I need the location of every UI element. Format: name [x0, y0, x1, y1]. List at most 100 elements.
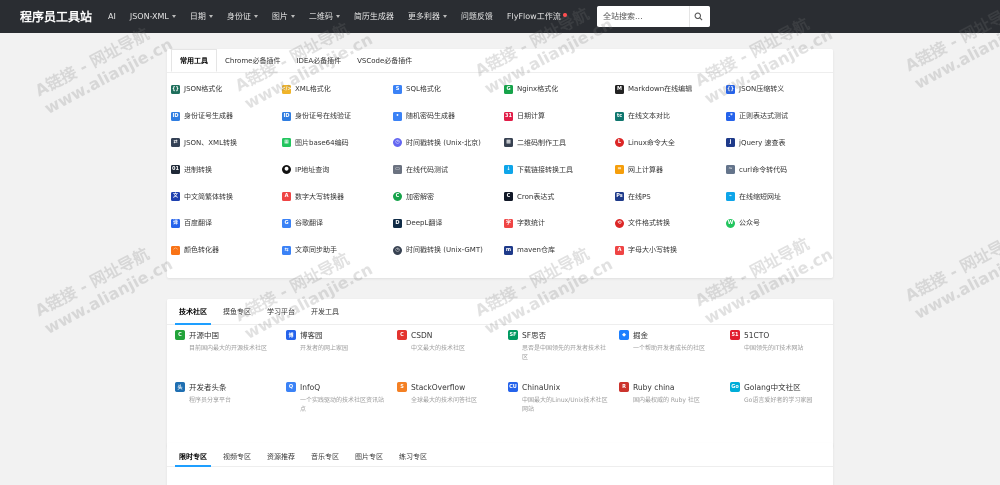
search-box	[597, 6, 710, 27]
tool-link[interactable]: 字字数统计	[500, 210, 611, 237]
tool-link[interactable]: G 谷歌翻译	[278, 210, 389, 237]
tool-link[interactable]: • 随机密码生成器	[389, 103, 500, 130]
nav-item[interactable]: JSON-XML	[130, 0, 176, 33]
csdn-icon: C	[397, 330, 407, 340]
search-button[interactable]	[689, 6, 707, 27]
nav-item[interactable]: 二维码	[309, 0, 340, 33]
tab[interactable]: 开发工具	[303, 299, 347, 324]
tool-link[interactable]: ▩ 二维码制作工具	[500, 130, 611, 157]
tool-link[interactable]: ID 身份证号生成器	[167, 103, 278, 130]
tool-link[interactable]: ⟲ 文件格式转换	[611, 210, 722, 237]
tool-link[interactable]: </> XML格式化	[278, 76, 389, 103]
tool-link[interactable]: m maven仓库	[500, 237, 611, 264]
tool-link[interactable]: j jQuery 速查表	[722, 130, 833, 157]
tool-link[interactable]: .* 正则表达式测试	[722, 103, 833, 130]
tool-link[interactable]: 文中文简繁体转换	[167, 183, 278, 210]
tool-link[interactable]: ▭ 在线代码测试	[389, 156, 500, 183]
tab[interactable]: 音乐专区	[303, 447, 347, 466]
search-input[interactable]	[597, 6, 689, 27]
tab[interactable]: 图片专区	[347, 447, 391, 466]
sql-icon: S	[393, 84, 402, 94]
id-verify-icon: ID	[282, 111, 291, 121]
binary-icon: 01	[171, 165, 180, 175]
community-tabs: 技术社区 摸鱼专区 学习平台 开发工具	[167, 299, 833, 325]
nav-item[interactable]: 简历生成器	[354, 0, 394, 33]
tool-link[interactable]: 31 日期计算	[500, 103, 611, 130]
tab[interactable]: Chrome必备插件	[217, 49, 288, 72]
tool-link[interactable]: W 公众号	[722, 210, 833, 237]
tab[interactable]: 限时专区	[171, 447, 215, 467]
tool-link[interactable]: tc 在线文本对比	[611, 103, 722, 130]
chevron-down-icon	[442, 15, 447, 18]
tool-link[interactable]: ▦ 图片base64编码	[278, 130, 389, 157]
tool-link[interactable]: ⇆ 文章同步助手	[278, 237, 389, 264]
nav-item[interactable]: 日期	[190, 0, 213, 33]
tab[interactable]: 资源推荐	[259, 447, 303, 466]
tool-link[interactable]: G Nginx格式化	[500, 76, 611, 103]
tab[interactable]: 技术社区	[171, 299, 215, 325]
community-item[interactable]: C CSDN 中文最大的技术社区	[389, 329, 500, 381]
community-item[interactable]: ◆ 掘金 一个帮助开发者成长的社区	[611, 329, 722, 381]
tool-link[interactable]: ↓ 下载链接转换工具	[500, 156, 611, 183]
tool-link[interactable]: M Markdown在线编辑	[611, 76, 722, 103]
tool-link[interactable]: Ps 在线PS	[611, 183, 722, 210]
tab[interactable]: IDEA必备插件	[288, 49, 349, 72]
community-desc: 开发者的网上家园	[300, 345, 349, 352]
tool-link[interactable]: ◷ 时间戳转换 (Unix-北京)	[389, 130, 500, 157]
juejin-icon: ◆	[619, 330, 629, 340]
tool-link[interactable]: ⇄ JSON、XML转换	[167, 130, 278, 157]
community-item[interactable]: 51 51CTO 中国领先的IT技术网站	[722, 329, 833, 381]
tool-link[interactable]: ● IP地址查询	[278, 156, 389, 183]
community-item[interactable]: SF SF思否 思否是中国领先的开发者技术社区	[500, 329, 611, 381]
site-logo[interactable]: 程序员工具站	[20, 8, 104, 25]
tool-link[interactable]: ⌁ 在线缩短网址	[722, 183, 833, 210]
nav-item[interactable]: AI	[108, 0, 116, 33]
community-item[interactable]: 博博客园 开发者的网上家园	[278, 329, 389, 381]
nav-item[interactable]: 身份证	[227, 0, 258, 33]
tool-link[interactable]: A 字母大小写转换	[611, 237, 722, 264]
tool-link[interactable]: ◷ 时间戳转换 (Unix-GMT)	[389, 237, 500, 264]
community-item[interactable]: 头开发者头条 程序员分享平台	[167, 381, 278, 433]
nav-item[interactable]: 问题反馈	[461, 0, 493, 33]
tool-label: XML格式化	[295, 85, 331, 94]
tool-link[interactable]: 01 进制转换	[167, 156, 278, 183]
tool-link[interactable]: {} JSON格式化	[167, 76, 278, 103]
tab[interactable]: 常用工具	[171, 49, 217, 72]
community-item[interactable]: Q InfoQ 一个实践驱动的技术社区资讯站点	[278, 381, 389, 433]
text-diff-icon: tc	[615, 111, 624, 121]
tool-link[interactable]: A 数字大写转换器	[278, 183, 389, 210]
nav-item[interactable]: 图片	[272, 0, 295, 33]
community-item-head: S StackOverflow	[397, 381, 500, 393]
tool-link[interactable]: 译百度翻译	[167, 210, 278, 237]
community-desc: 全球最大的技术问答社区	[411, 397, 478, 404]
tool-link[interactable]: L Linux命令大全	[611, 130, 722, 157]
community-item-head: C CSDN	[397, 329, 500, 341]
nav-item[interactable]: 更多利器	[408, 0, 447, 33]
stackoverflow-icon: S	[397, 382, 407, 392]
chevron-down-icon	[171, 15, 176, 18]
tool-label: 在线缩短网址	[739, 192, 781, 201]
nav-item[interactable]: FlyFlow工作流	[507, 0, 567, 33]
tool-link[interactable]: ~ curl命令转代码	[722, 156, 833, 183]
tab[interactable]: 视频专区	[215, 447, 259, 466]
calculator-icon: =	[615, 165, 624, 175]
tool-link[interactable]: C 加密解密	[389, 183, 500, 210]
tool-link[interactable]: D DeepL翻译	[389, 210, 500, 237]
community-title: 博客园	[300, 330, 323, 340]
tool-link[interactable]: ID 身份证号在线验证	[278, 103, 389, 130]
tool-link[interactable]: C Cron表达式	[500, 183, 611, 210]
community-item[interactable]: C 开源中国 目前国内最大的开源技术社区	[167, 329, 278, 381]
community-item[interactable]: CU ChinaUnix 中国最大的Linux/Unix技术社区网站	[500, 381, 611, 433]
community-item[interactable]: R Ruby china 国内最权威的 Ruby 社区	[611, 381, 722, 433]
tab[interactable]: 学习平台	[259, 299, 303, 324]
chevron-down-icon	[335, 15, 340, 18]
community-item[interactable]: Go Golang中文社区 Go语言爱好者的学习家园	[722, 381, 833, 433]
tab[interactable]: VSCode必备插件	[349, 49, 420, 72]
tab[interactable]: 练习专区	[391, 447, 435, 466]
tool-link[interactable]: S SQL格式化	[389, 76, 500, 103]
community-item[interactable]: S StackOverflow 全球最大的技术问答社区	[389, 381, 500, 433]
tool-link[interactable]: = 网上计算器	[611, 156, 722, 183]
tab[interactable]: 摸鱼专区	[215, 299, 259, 324]
tool-link[interactable]: {} JSON压缩转义	[722, 76, 833, 103]
tool-link[interactable]: ◠ 颜色转化器	[167, 237, 278, 264]
